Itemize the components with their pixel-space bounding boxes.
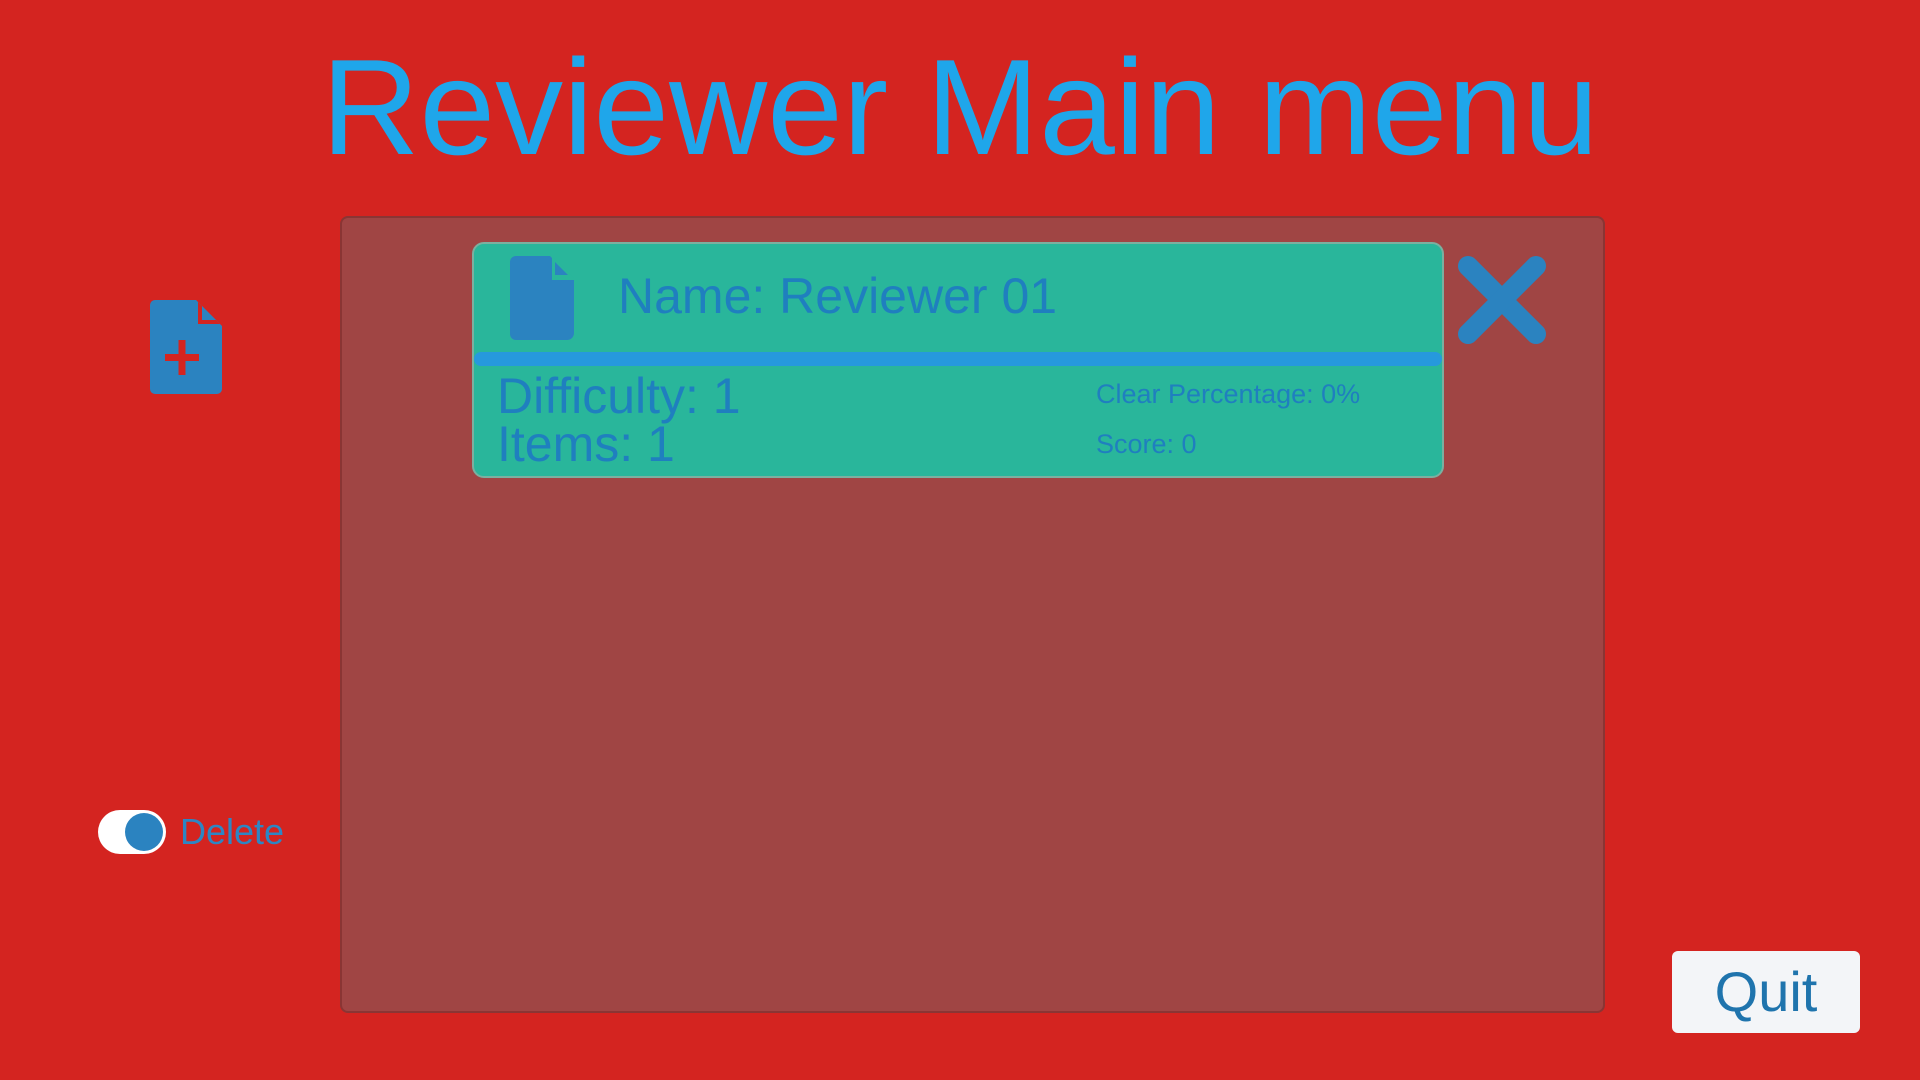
close-icon [1458,256,1546,344]
card-divider [474,352,1442,366]
delete-toggle-group: Delete [98,808,284,856]
delete-toggle[interactable] [98,810,166,854]
delete-reviewer-button[interactable] [1456,254,1548,346]
reviewer-name: Name: Reviewer 01 [618,268,1058,324]
reviewer-clear-percentage: Clear Percentage: 0% [1096,379,1361,409]
reviewer-items: Items: 1 [497,416,675,472]
reviewer-score: Score: 0 [1096,429,1197,459]
add-file-icon [150,300,222,394]
page-title: Reviewer Main menu [321,31,1599,183]
reviewer-main-menu-screen: Reviewer Main menu Name: Reviewer 01 Dif… [0,0,1920,1080]
reviewer-difficulty: Difficulty: 1 [497,368,741,424]
add-reviewer-button[interactable] [150,300,222,394]
quit-button[interactable]: Quit [1672,951,1860,1033]
reviewer-card[interactable]: Name: Reviewer 01 Difficulty: 1 Items: 1… [472,242,1444,478]
delete-toggle-label: Delete [180,811,285,852]
file-icon [510,256,574,340]
toggle-knob [125,813,163,851]
